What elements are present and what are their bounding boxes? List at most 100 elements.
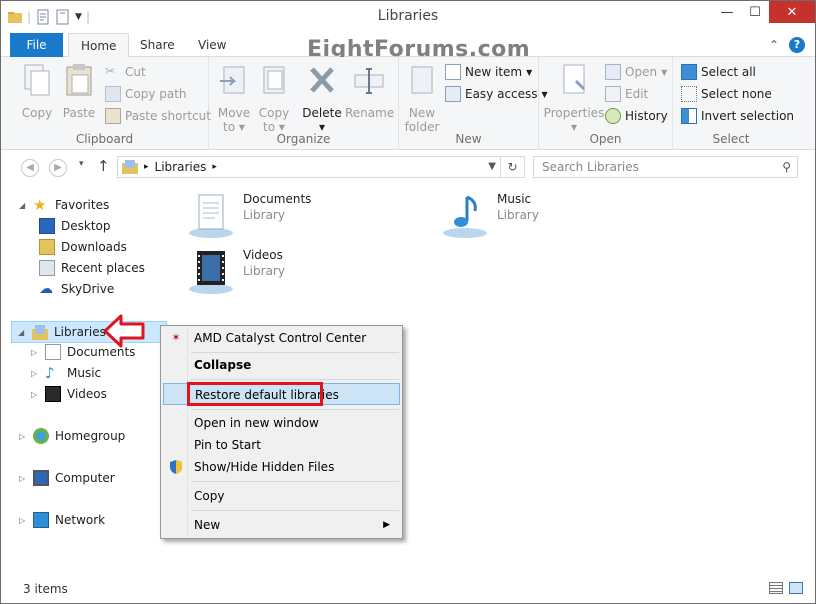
menu-item-amd-catalyst[interactable]: ✶ AMD Catalyst Control Center — [163, 327, 400, 349]
select-group-label: Select — [712, 132, 750, 146]
library-item[interactable]: Documents Library — [187, 191, 311, 239]
nav-recent-places[interactable]: Recent places — [39, 258, 145, 278]
back-button[interactable]: ◀ — [21, 159, 39, 177]
refresh-button[interactable]: ↻ — [500, 157, 524, 177]
menu-item-open-new-window[interactable]: Open in new window — [163, 412, 400, 434]
breadcrumb-arrow-icon: ▸ — [144, 162, 149, 172]
organize-group: Move to ▾ Copy to ▾ Delete ▾ Rename Orga… — [209, 57, 399, 150]
menu-item-pin-to-start[interactable]: Pin to Start — [163, 434, 400, 456]
history-button[interactable]: History — [605, 108, 668, 124]
search-input[interactable]: Search Libraries ⚲ — [533, 156, 798, 178]
explorer-window: | ▼ | Libraries — ☐ ✕ File Home Share Vi… — [0, 0, 816, 604]
library-item[interactable]: Videos Library — [187, 247, 285, 295]
menu-item-copy[interactable]: Copy — [163, 485, 400, 507]
library-item[interactable]: Music Library — [441, 191, 539, 239]
expand-arrow-icon[interactable]: ▷ — [31, 348, 39, 357]
nav-homegroup[interactable]: ▷ Homegroup — [19, 426, 125, 446]
shield-icon — [170, 460, 182, 474]
music-note-icon: ♪ — [45, 364, 55, 382]
copy-path-button[interactable]: Copy path — [105, 86, 187, 102]
nav-lib-videos[interactable]: ▷ Videos — [31, 384, 107, 404]
nav-homegroup-label: Homegroup — [55, 429, 126, 443]
menu-item-new[interactable]: New ▶ — [163, 514, 400, 536]
help-icon[interactable]: ? — [789, 37, 805, 53]
recent-locations-icon[interactable]: ▾ — [79, 159, 84, 169]
collapse-arrow-icon[interactable]: ◢ — [19, 201, 27, 210]
edit-icon — [605, 86, 621, 102]
nav-desktop[interactable]: Desktop — [39, 216, 111, 236]
select-none-button[interactable]: Select none — [681, 86, 772, 102]
maximize-button[interactable]: ☐ — [741, 1, 769, 23]
scissors-icon: ✂ — [105, 64, 116, 78]
expand-arrow-icon[interactable]: ▷ — [31, 369, 39, 378]
rename-button[interactable]: Rename — [345, 63, 394, 120]
red-arrow-annotation — [103, 314, 145, 348]
copy-to-button[interactable]: Copy to ▾ — [255, 63, 293, 134]
dropdown-icon: ▼ — [526, 67, 533, 77]
nav-downloads[interactable]: Downloads — [39, 237, 127, 257]
new-item-button[interactable]: New item ▼ — [445, 64, 532, 80]
nav-downloads-label: Downloads — [61, 240, 127, 254]
status-bar: 3 items — [1, 577, 815, 603]
downloads-icon — [39, 239, 55, 255]
new-group: New folder New item ▼ Easy access ▼ New — [399, 57, 548, 150]
nav-network[interactable]: ▷ Network — [19, 510, 105, 530]
expand-arrow-icon[interactable]: ▷ — [19, 516, 27, 525]
breadcrumb-arrow-icon: ▸ — [212, 162, 217, 172]
address-dropdown-icon[interactable]: ▼ — [488, 161, 496, 172]
submenu-arrow-icon: ▶ — [383, 520, 390, 530]
move-to-label: Move — [217, 106, 251, 120]
paste-label: Paste — [62, 106, 96, 120]
tab-view[interactable]: View — [186, 33, 238, 57]
easy-access-button[interactable]: Easy access ▼ — [445, 86, 548, 102]
tab-file[interactable]: File — [10, 33, 63, 57]
delete-button[interactable]: Delete ▾ — [301, 63, 343, 134]
delete-label: Delete — [302, 106, 342, 120]
paste-button[interactable]: Paste — [61, 63, 97, 120]
copy-path-label: Copy path — [125, 87, 187, 101]
up-arrow-icon[interactable]: ↑ — [97, 157, 110, 175]
large-icons-view-icon[interactable] — [789, 582, 803, 594]
edit-button[interactable]: Edit — [605, 86, 648, 102]
paste-shortcut-button[interactable]: Paste shortcut — [105, 108, 211, 124]
invert-selection-button[interactable]: Invert selection — [681, 108, 794, 124]
nav-recent-label: Recent places — [61, 261, 145, 275]
nav-computer[interactable]: ▷ Computer — [19, 468, 115, 488]
new-folder-button[interactable]: New folder — [403, 63, 441, 134]
easy-access-label: Easy access — [465, 87, 538, 101]
properties-icon — [563, 64, 586, 94]
nav-favorites[interactable]: ◢ ★ Favorites — [19, 195, 109, 215]
copy-path-icon — [105, 86, 121, 102]
close-button[interactable]: ✕ — [769, 1, 815, 23]
collapse-ribbon-icon[interactable]: ⌃ — [769, 38, 779, 52]
red-highlight-annotation — [187, 382, 323, 406]
details-view-icon[interactable] — [769, 582, 783, 594]
copy-button[interactable]: Copy — [19, 63, 55, 120]
tab-share[interactable]: Share — [128, 33, 187, 57]
expand-arrow-icon[interactable]: ▷ — [19, 474, 27, 483]
menu-item-collapse[interactable]: Collapse — [163, 354, 400, 376]
breadcrumb-libraries[interactable]: Libraries — [155, 160, 207, 174]
expand-arrow-icon[interactable]: ▷ — [31, 390, 39, 399]
open-button[interactable]: Open ▼ — [605, 64, 667, 80]
nav-favorites-label: Favorites — [55, 198, 110, 212]
forward-button[interactable]: ▶ — [49, 159, 67, 177]
new-group-label: New — [455, 132, 482, 146]
nav-skydrive[interactable]: ☁ SkyDrive — [39, 279, 114, 299]
select-group: Select all Select none Invert selection … — [673, 57, 794, 150]
menu-item-show-hide-hidden-files[interactable]: Show/Hide Hidden Files — [163, 456, 400, 478]
nav-network-label: Network — [55, 513, 106, 527]
minimize-button[interactable]: — — [713, 1, 741, 23]
nav-lib-music[interactable]: ▷ ♪ Music — [31, 363, 101, 383]
properties-button[interactable]: Properties ▾ — [543, 63, 605, 134]
select-all-icon — [681, 64, 697, 80]
tab-home[interactable]: Home — [68, 33, 130, 58]
expand-arrow-icon[interactable]: ▷ — [19, 432, 27, 441]
address-bar[interactable]: ▸ Libraries ▸ ▼ ↻ — [117, 156, 525, 178]
collapse-arrow-icon[interactable]: ◢ — [18, 328, 26, 337]
nav-desktop-label: Desktop — [61, 219, 111, 233]
select-all-button[interactable]: Select all — [681, 64, 756, 80]
select-none-icon — [681, 86, 697, 102]
move-to-button[interactable]: Move to ▾ — [215, 63, 253, 134]
cut-button[interactable]: ✂ Cut — [105, 64, 146, 80]
